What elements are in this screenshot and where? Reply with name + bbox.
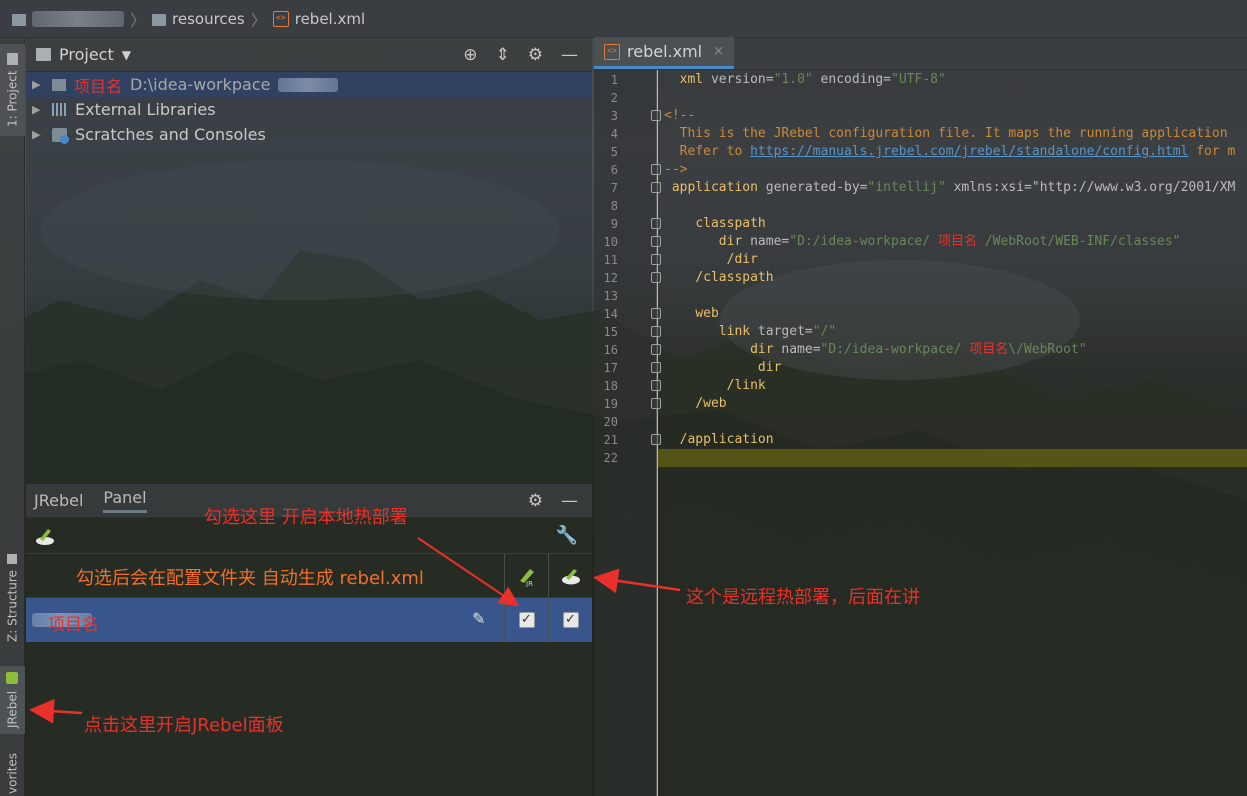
arrow-to-jrebel-tab	[29, 698, 83, 724]
arrow-to-local-checkbox	[417, 537, 520, 607]
annotation-arrows	[29, 537, 681, 724]
arrow-to-remote-column	[593, 568, 681, 594]
